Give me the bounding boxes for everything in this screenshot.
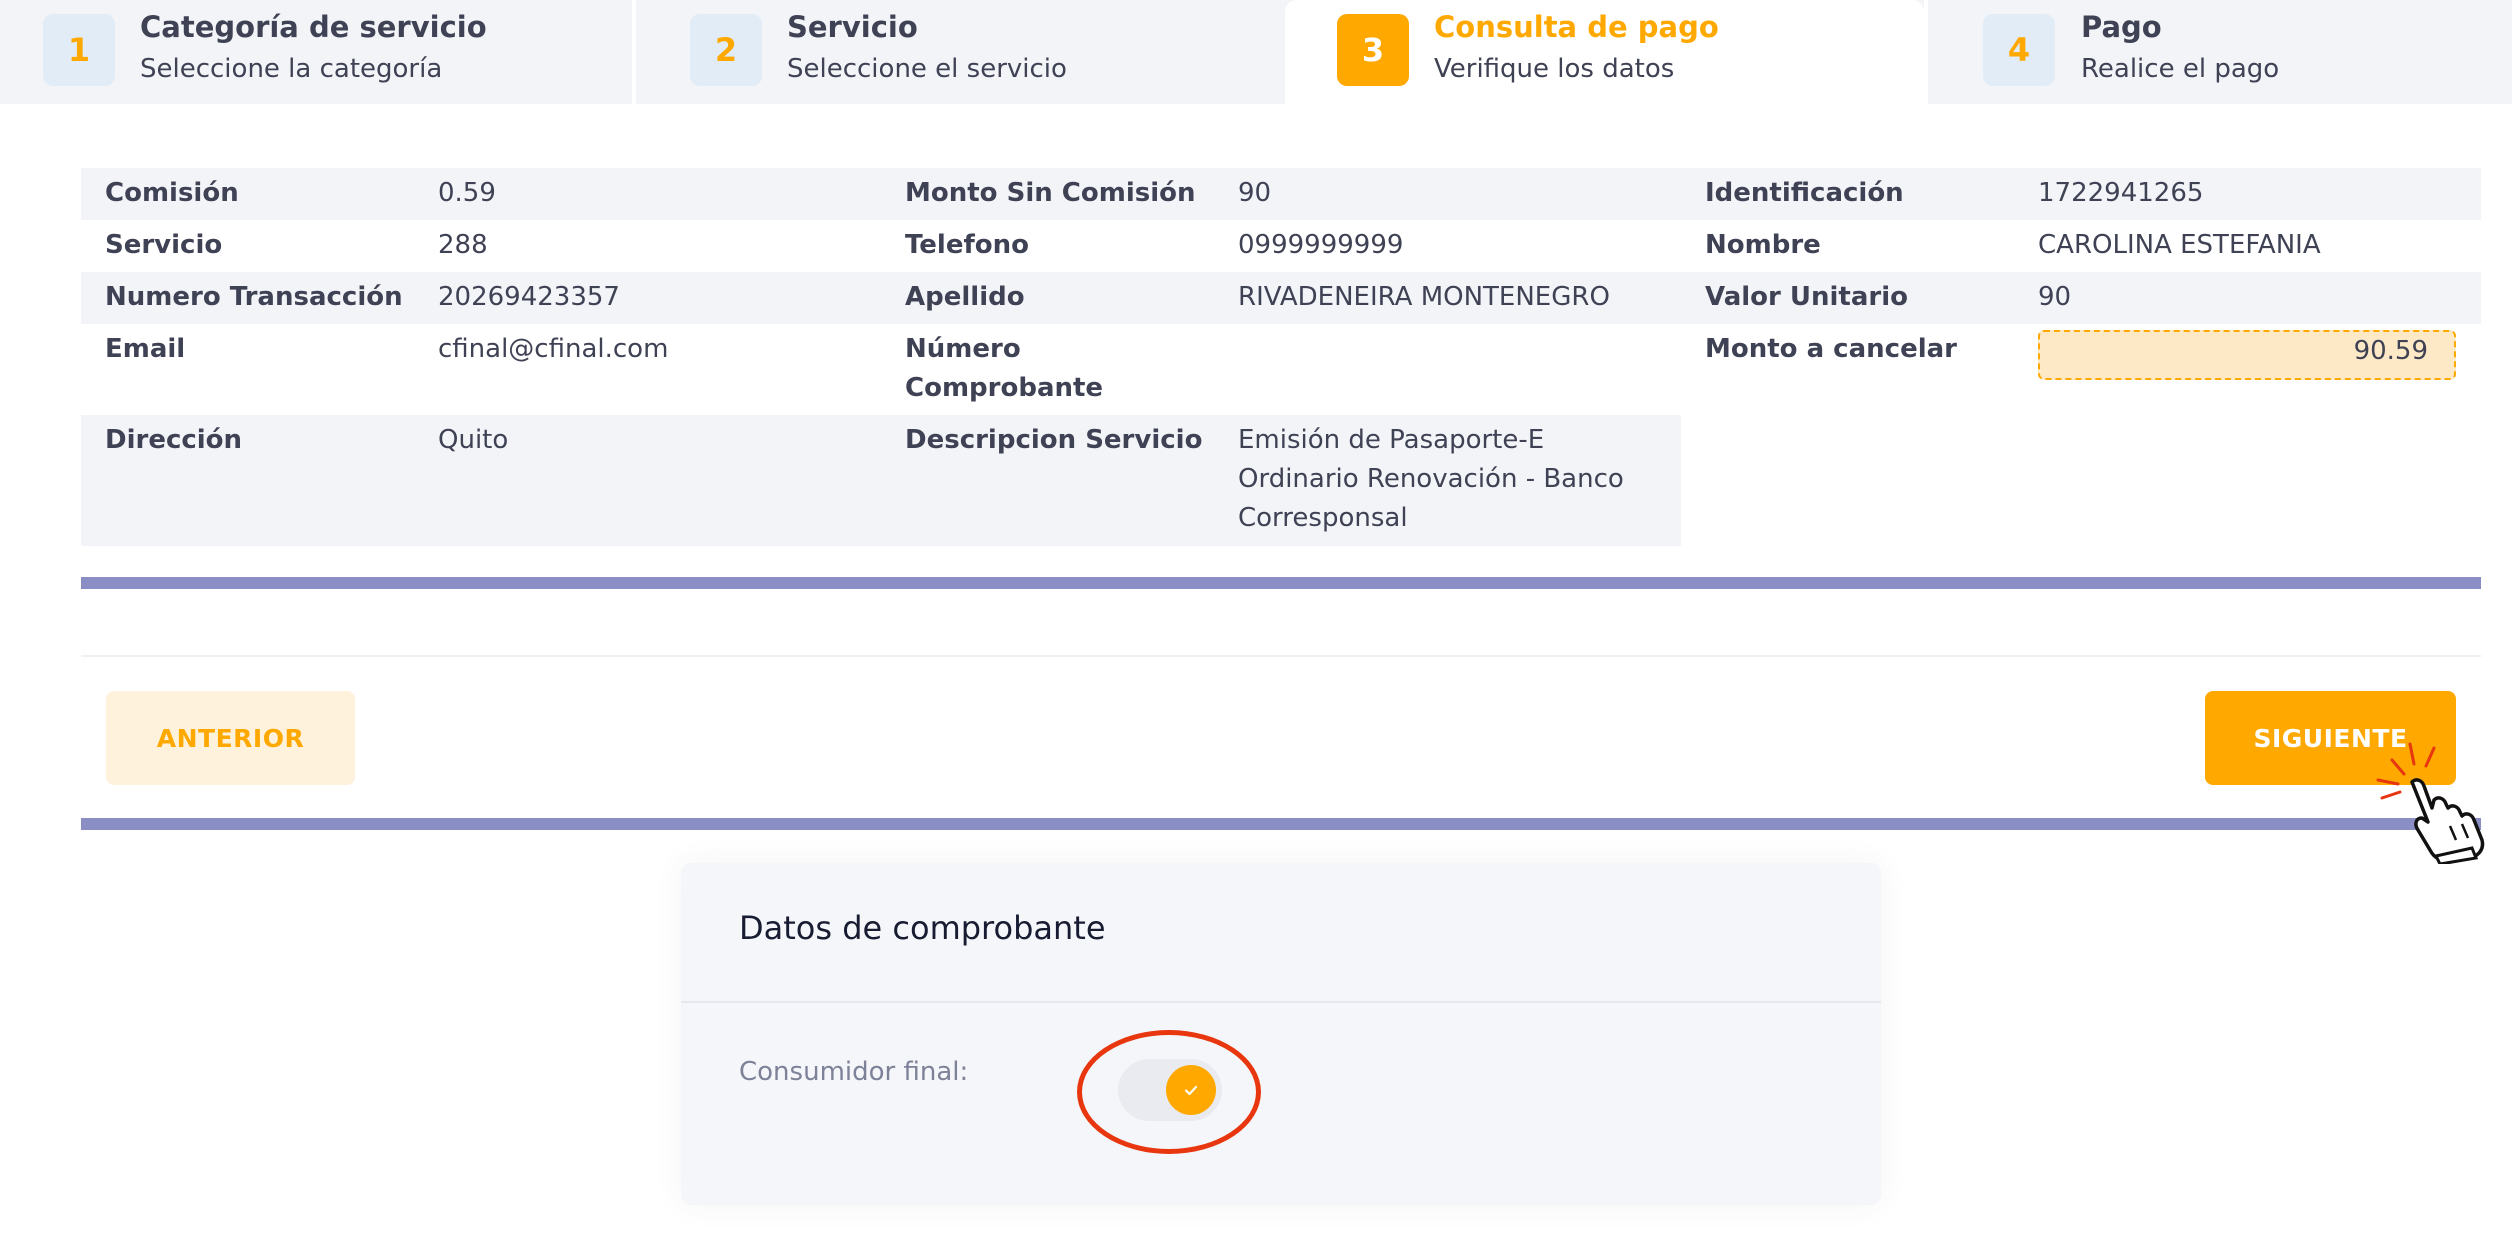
field-value: 90 [1238,178,1272,208]
step-title: Pago [2081,10,2162,44]
step-title: Servicio [787,10,918,44]
amount-to-pay-field: 90.59 [2038,330,2456,380]
field-label: Numero Transacción [105,282,403,312]
field-label: Nombre [1705,230,1821,260]
step-3[interactable]: 3 Consulta de pago Verifique los datos [1285,0,1924,104]
wizard-stepper: 1 Categoría de servicio Seleccione la ca… [0,0,2512,104]
field-label: Dirección [105,425,243,455]
field-label: Monto a cancelar [1705,334,1957,364]
field-label: Email [105,334,186,364]
field-value: Emisión de Pasaporte-E [1238,425,1545,455]
field-label: Descripcion Servicio [905,425,1203,455]
highlight-circle [1077,1030,1261,1154]
field-label: Comprobante [905,373,1104,403]
separator-line [81,655,2481,657]
field-label: Servicio [105,230,223,260]
field-value: CAROLINA ESTEFANIA [2038,230,2321,260]
field-label: Comisión [105,178,239,208]
field-value: 0.59 [438,178,496,208]
voucher-card-title: Datos de comprobante [739,909,1106,947]
step-subtitle: Verifique los datos [1434,54,1675,84]
field-label: Número [905,334,1021,364]
previous-button[interactable]: ANTERIOR [106,691,355,785]
field-label: Monto Sin Comisión [905,178,1196,208]
step-number: 3 [1337,14,1409,86]
step-2[interactable]: 2 Servicio Seleccione el servicio [636,0,1282,104]
field-value: 1722941265 [2038,178,2204,208]
step-subtitle: Realice el pago [2081,54,2280,84]
field-label: Valor Unitario [1705,282,1908,312]
field-label: Apellido [905,282,1025,312]
field-value: 90 [2038,282,2072,312]
field-value: Corresponsal [1238,503,1408,533]
step-1[interactable]: 1 Categoría de servicio Seleccione la ca… [0,0,630,104]
step-title: Consulta de pago [1434,10,1719,44]
step-number: 2 [690,14,762,86]
field-label: Identificación [1705,178,1904,208]
hand-pointer-icon [2376,742,2485,864]
field-value: Quito [438,425,509,455]
step-subtitle: Seleccione la categoría [140,54,443,84]
field-value: RIVADENEIRA MONTENEGRO [1238,282,1610,312]
step-subtitle: Seleccione el servicio [787,54,1067,84]
step-number: 4 [1983,14,2055,86]
divider-bar [81,577,2481,589]
step-number: 1 [43,14,115,86]
field-value: cfinal@cfinal.com [438,334,669,364]
divider-bar [81,818,2481,830]
voucher-card: Datos de comprobante Consumidor final: [681,863,1881,1205]
field-value: 288 [438,230,488,260]
step-title: Categoría de servicio [140,10,487,44]
consumidor-final-label: Consumidor final: [739,1057,969,1087]
field-value: 20269423357 [438,282,620,312]
field-value: 0999999999 [1238,230,1404,260]
card-divider [681,1001,1881,1003]
field-label: Telefono [905,230,1030,260]
field-value: Ordinario Renovación - Banco [1238,464,1624,494]
step-4[interactable]: 4 Pago Realice el pago [1928,0,2512,104]
